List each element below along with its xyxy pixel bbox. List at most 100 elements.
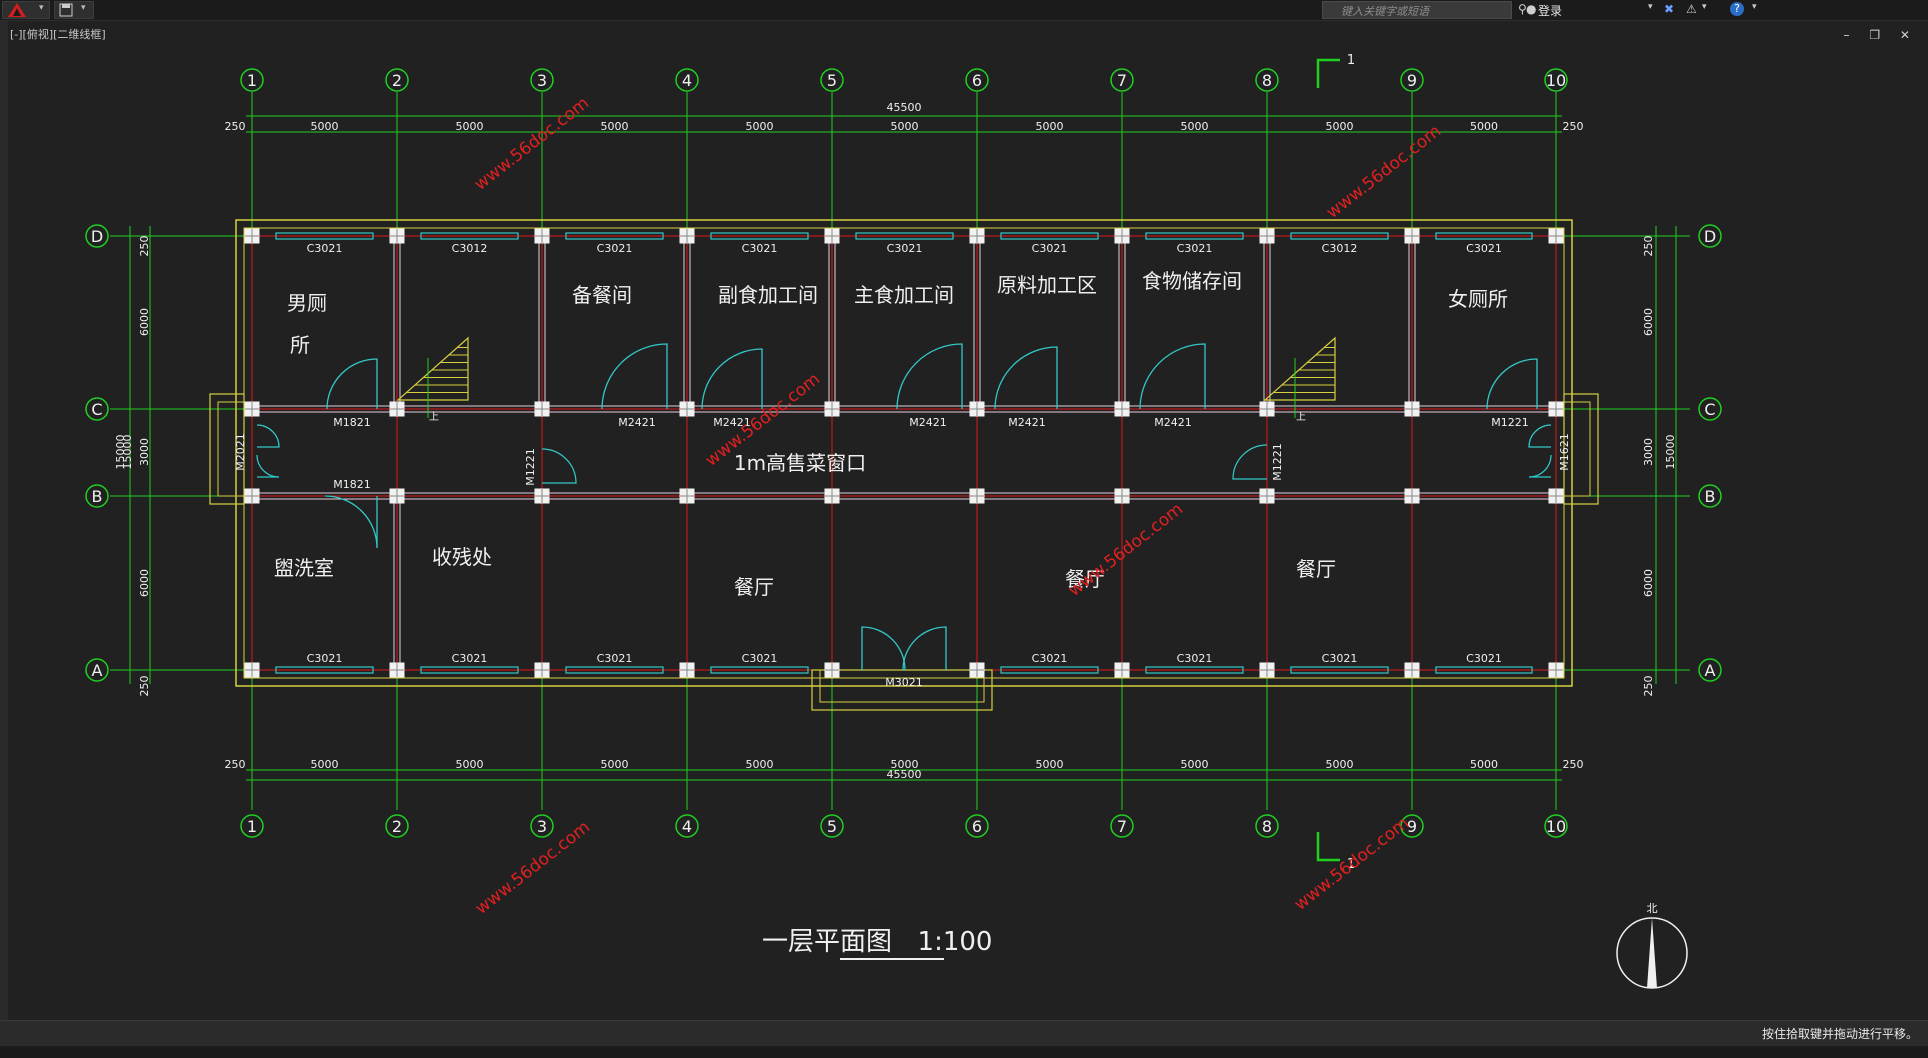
section-marker-bottom [1316, 832, 1340, 862]
axis-bubble-label: 2 [392, 71, 402, 90]
axis-bubble-label: 9 [1407, 71, 1417, 90]
app-menu-button[interactable]: ▾ [2, 1, 50, 19]
door-swing [541, 448, 577, 484]
axis-bubble-label: 8 [1262, 817, 1272, 836]
dimension-text: 250 [1563, 758, 1584, 771]
door-swing [1486, 358, 1538, 410]
dimension-text: 5000 [456, 120, 484, 133]
dimension-text: 15000 [1664, 435, 1677, 470]
window-label: C3021 [597, 652, 633, 665]
window-label: C3021 [307, 242, 343, 255]
login-button[interactable]: 登录 [1538, 2, 1562, 19]
window-label: C3021 [1177, 242, 1213, 255]
main-door-swing [861, 626, 947, 671]
axis-bubble-label: 5 [827, 817, 837, 836]
room-label: 备餐间 [572, 283, 632, 307]
exchange-icon[interactable]: ✖ [1664, 2, 1674, 16]
room-label: 食物储存间 [1142, 269, 1242, 293]
dimension-text: 6000 [1642, 308, 1655, 336]
axis-bubble-label: 4 [682, 71, 692, 90]
door-swing [701, 348, 763, 410]
window-label: C3021 [1322, 652, 1358, 665]
door-swing [601, 343, 668, 410]
dimension-text: 6000 [1642, 569, 1655, 597]
axis-bubble-label: C [1704, 400, 1715, 419]
window-label: C3021 [597, 242, 633, 255]
section-label: 1 [1347, 53, 1355, 68]
north-label: 北 [1647, 902, 1658, 915]
room-label: 原料加工区 [997, 273, 1097, 297]
dimension-text: 250 [138, 236, 151, 257]
dimension-text: 15000 [121, 435, 134, 470]
door-label: M1221 [1271, 443, 1284, 481]
dimension-text: 5000 [746, 758, 774, 771]
room-label: 女厕所 [1448, 287, 1508, 311]
window-label: C3021 [887, 242, 923, 255]
dimension-text: 5000 [1470, 120, 1498, 133]
dimension-text: 250 [225, 120, 246, 133]
axis-bubble-label: 5 [827, 71, 837, 90]
section-marker-top [1316, 58, 1340, 88]
door-swing [324, 495, 378, 549]
window-label: C3021 [742, 652, 778, 665]
drawing-canvas[interactable]: C3021 C3012 C3021 C3021 C3021 C3021 C3021 C3012… [0, 0, 1928, 1058]
door-label: M1821 [333, 478, 371, 491]
a360-icon[interactable]: ⚠ [1686, 2, 1697, 16]
stair-label: 上 [1296, 411, 1306, 423]
chevron-down-icon[interactable]: ▾ [1702, 2, 1707, 12]
window-label: C3021 [1032, 652, 1068, 665]
room-label: 1m高售菜窗口 [734, 451, 866, 475]
dimension-text: 45500 [887, 101, 922, 114]
chevron-down-icon[interactable]: ▾ [1648, 2, 1653, 12]
status-message: 按住拾取键并拖动进行平移。 [1761, 1027, 1918, 1041]
quick-access-save-button[interactable]: ▾ [54, 1, 94, 19]
axis-bubble-label: 10 [1546, 71, 1566, 90]
dimension-text: 250 [1642, 676, 1655, 697]
help-icon[interactable]: ? [1730, 2, 1744, 16]
door-label: M2421 [1008, 416, 1046, 429]
door-swing [994, 346, 1058, 410]
door-label: M1221 [1491, 416, 1529, 429]
axis-bubble-label: 3 [537, 817, 547, 836]
save-icon [59, 3, 73, 17]
dimension-text: 5000 [601, 120, 629, 133]
axis-bubble-label: D [1704, 227, 1716, 246]
door-label: M1821 [333, 416, 371, 429]
dimension-text: 250 [1563, 120, 1584, 133]
dimension-text: 5000 [456, 758, 484, 771]
title-bar: ▾ ▾ ▸ 键入关键字或短语 ⚲ ● 登录 ▾ ✖ ⚠ ▾ ? ▾ [0, 0, 1928, 21]
dimension-text: 250 [138, 676, 151, 697]
dimension-text: 5000 [891, 758, 919, 771]
axis-bubble-label: 7 [1117, 817, 1127, 836]
chevron-down-icon: ▾ [39, 3, 44, 13]
window-label: C3021 [307, 652, 343, 665]
dimension-text: 5000 [311, 758, 339, 771]
window-label: C3012 [452, 242, 488, 255]
chevron-down-icon[interactable]: ▾ [1752, 2, 1757, 12]
axis-bubble-label: 8 [1262, 71, 1272, 90]
stair-label: 上 [429, 411, 439, 423]
axis-bubble-label: C [91, 400, 102, 419]
watermark-text: www.56doc.com [1291, 813, 1413, 915]
search-input[interactable]: 键入关键字或短语 [1322, 1, 1512, 19]
dimension-text: 5000 [1036, 758, 1064, 771]
dimension-text: 5000 [1181, 758, 1209, 771]
door-swing [896, 343, 963, 410]
door-label: M3021 [885, 676, 923, 689]
window-label: C3012 [1322, 242, 1358, 255]
door-label: M1621 [1558, 433, 1571, 471]
room-label: 男厕 [287, 291, 327, 315]
room-label: 餐厅 [734, 575, 774, 599]
dimension-text: 3000 [138, 438, 151, 466]
axis-bubble-label: 6 [972, 71, 982, 90]
chevron-down-icon: ▾ [81, 3, 86, 13]
door-swing [1528, 424, 1552, 478]
autocad-logo-icon [8, 3, 26, 17]
axis-bubble-label: D [91, 227, 103, 246]
window-label: C3021 [1466, 652, 1502, 665]
drawing-window-controls[interactable]: – ❐ ✕ [1844, 28, 1918, 42]
axis-bubble-label: 2 [392, 817, 402, 836]
drawing-scale: 1:100 [918, 927, 993, 957]
dimension-text: 5000 [601, 758, 629, 771]
viewport-controls-label[interactable]: [-][俯视][二维线框] [10, 26, 106, 42]
